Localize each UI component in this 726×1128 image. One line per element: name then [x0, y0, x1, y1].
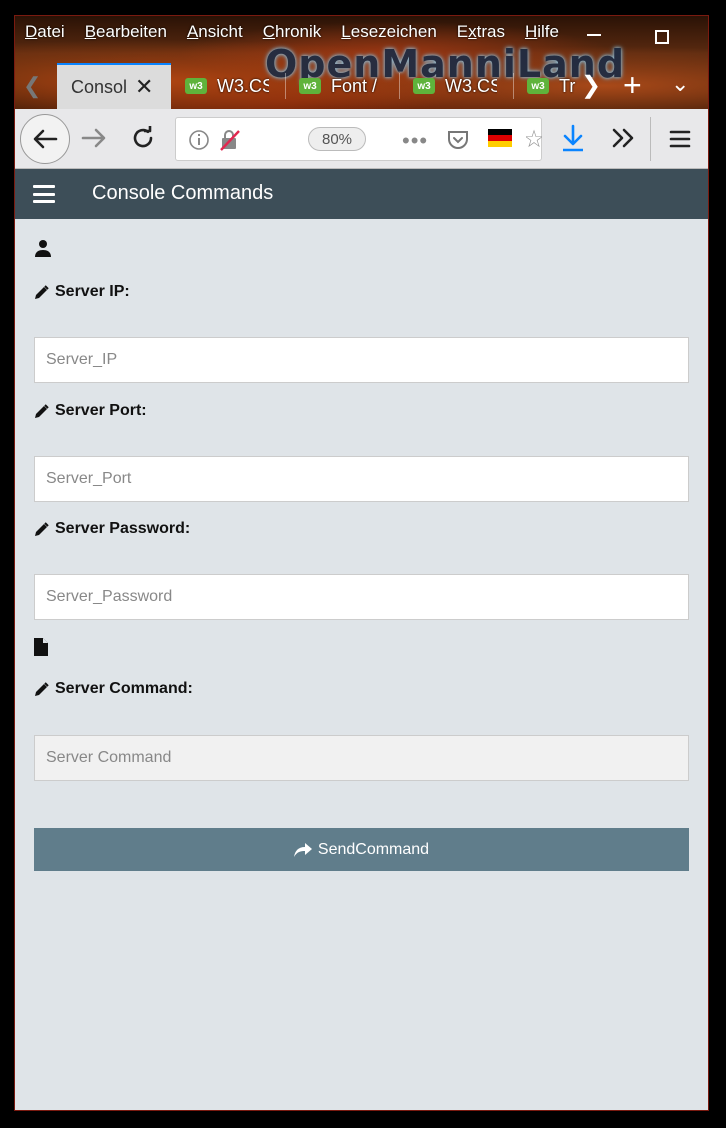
pencil-icon — [35, 521, 49, 536]
user-icon — [34, 239, 52, 262]
menu-lesezeichen[interactable]: Lesezeichen — [341, 22, 436, 44]
server-ip-input[interactable]: Server_IP — [34, 337, 689, 383]
menu-bar: Datei Bearbeiten Ansicht Chronik Lesezei… — [25, 22, 579, 44]
pencil-icon — [35, 284, 49, 299]
hamburger-menu-icon — [669, 130, 691, 148]
reload-button[interactable] — [131, 126, 155, 150]
server-password-label: Server Password: — [34, 520, 190, 538]
theme-header: OpenManniLand Datei Bearbeiten Ansicht C… — [15, 16, 708, 109]
menu-ansicht[interactable]: Ansicht — [187, 22, 243, 44]
tab-list-chevron-down-icon[interactable]: ⌄ — [671, 71, 689, 97]
server-password-input[interactable]: Server_Password — [34, 574, 689, 620]
tab-divider — [399, 73, 400, 99]
bookmark-star-icon[interactable]: ☆ — [526, 126, 542, 152]
tab-divider — [513, 73, 514, 99]
new-tab-icon[interactable]: + — [623, 67, 642, 104]
tab-strip: ❮ Consol ✕ w3 W3.CS w3 Font / w3 W3.CS w… — [15, 63, 708, 109]
tab-w3css-2[interactable]: w3 W3.CS — [401, 63, 497, 109]
reload-icon — [133, 126, 153, 148]
double-chevron-right-icon — [612, 128, 634, 148]
app-header: Console Commands — [15, 169, 708, 219]
menu-chronik[interactable]: Chronik — [263, 22, 322, 44]
overflow-menu-button[interactable] — [611, 127, 635, 149]
tab-title: W3.CS — [217, 75, 269, 96]
toolbar-divider — [650, 117, 651, 161]
pencil-icon — [35, 403, 49, 418]
tab-console-commands[interactable]: Consol ✕ — [57, 63, 171, 109]
menu-extras[interactable]: Extras — [457, 22, 505, 44]
server-command-input[interactable]: Server Command — [34, 735, 689, 781]
tab-title: W3.CS — [445, 75, 497, 96]
browser-window: OpenManniLand Datei Bearbeiten Ansicht C… — [14, 15, 709, 1111]
tab-scroll-right-icon[interactable]: ❯ — [581, 71, 601, 100]
document-icon — [34, 638, 48, 661]
menu-bearbeiten[interactable]: Bearbeiten — [85, 22, 167, 44]
server-command-label: Server Command: — [34, 680, 193, 698]
window-maximize-button[interactable] — [655, 30, 669, 44]
w3-favicon-icon: w3 — [413, 78, 435, 94]
tab-w3css-1[interactable]: w3 W3.CS — [173, 63, 269, 109]
back-button[interactable] — [20, 114, 70, 164]
console-form: Server IP: Server_IP Server Port: Server… — [15, 219, 708, 1110]
server-port-label: Server Port: — [34, 402, 147, 420]
w3-favicon-icon: w3 — [299, 78, 321, 94]
zoom-indicator[interactable]: 80% — [308, 127, 366, 151]
tab-tr[interactable]: w3 Tr — [515, 63, 577, 109]
german-flag-icon[interactable] — [488, 129, 512, 147]
w3-favicon-icon: w3 — [527, 78, 549, 94]
menu-hilfe[interactable]: Hilfe — [525, 22, 559, 44]
downloads-button[interactable] — [561, 124, 585, 152]
pencil-icon — [35, 681, 49, 696]
sidebar-toggle-icon[interactable] — [33, 185, 55, 203]
page-title: Console Commands — [92, 182, 274, 204]
w3-favicon-icon: w3 — [185, 78, 207, 94]
tab-scroll-left-icon[interactable]: ❮ — [23, 73, 41, 99]
insecure-lock-icon[interactable] — [218, 128, 242, 152]
menu-datei[interactable]: Datei — [25, 22, 65, 44]
send-command-button[interactable]: SendCommand — [34, 828, 689, 871]
tab-font[interactable]: w3 Font / — [287, 63, 383, 109]
url-bar[interactable]: 80% ••• ☆ — [175, 117, 542, 161]
arrow-left-icon — [33, 129, 58, 149]
arrow-right-icon — [81, 128, 106, 148]
info-icon[interactable] — [188, 129, 210, 151]
window-minimize-button[interactable] — [587, 24, 601, 36]
pocket-icon[interactable] — [446, 128, 470, 152]
more-actions-icon[interactable]: ••• — [402, 128, 428, 154]
tab-divider — [285, 73, 286, 99]
tab-title: Tr — [559, 75, 576, 96]
send-command-label: SendCommand — [317, 840, 430, 858]
close-tab-icon[interactable]: ✕ — [135, 74, 153, 100]
server-ip-label: Server IP: — [34, 283, 130, 301]
share-arrow-icon — [293, 842, 312, 857]
tab-title: Consol — [71, 76, 127, 97]
navigation-toolbar: 80% ••• ☆ — [15, 109, 708, 169]
server-port-input[interactable]: Server_Port — [34, 456, 689, 502]
forward-button[interactable] — [81, 127, 107, 149]
download-arrow-icon — [563, 124, 583, 152]
tab-title: Font / — [331, 75, 378, 96]
main-menu-button[interactable] — [669, 129, 691, 149]
